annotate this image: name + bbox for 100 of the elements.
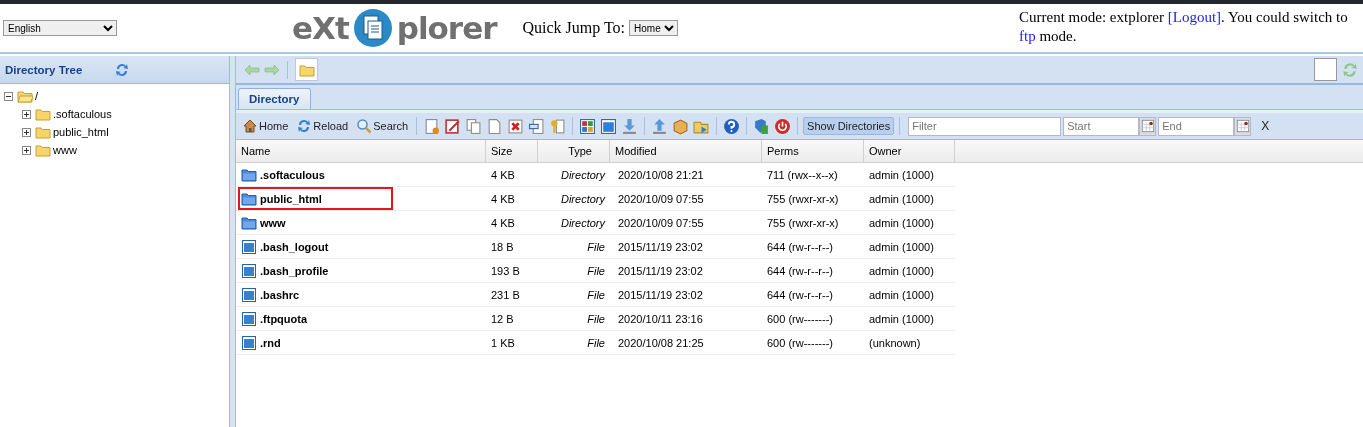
- quick-jump-select[interactable]: Home: [629, 20, 679, 36]
- file-name[interactable]: .bashrc: [260, 288, 300, 301]
- help-icon[interactable]: [723, 117, 741, 135]
- table-cell-text: 755 (rwxr-xr-x): [766, 191, 840, 207]
- table-cell-text: 4 KB: [490, 167, 516, 183]
- folder-icon: [35, 124, 51, 140]
- calendar-icon[interactable]: [1235, 119, 1250, 133]
- table-cell-text: 4 KB: [490, 191, 516, 207]
- table-cell-text: File: [586, 287, 606, 303]
- start-date-field[interactable]: Start: [1063, 116, 1140, 136]
- rename-icon[interactable]: [528, 117, 546, 135]
- file-icon: [241, 310, 257, 327]
- logo-icon: [352, 8, 393, 48]
- file-icon: [241, 262, 257, 279]
- edit-icon[interactable]: [444, 117, 462, 135]
- grid-icon[interactable]: [579, 117, 597, 135]
- table-cell-text: 755 (rwxr-xr-x): [766, 215, 840, 231]
- table-cell-text: 193 B: [490, 263, 521, 279]
- table-cell-text: 600 (rw-------): [766, 311, 834, 327]
- table-cell-text: 711 (rwx--x--x): [766, 167, 839, 183]
- table-cell-text: Directory: [560, 191, 607, 207]
- column-header[interactable]: Type: [538, 140, 610, 162]
- table-cell-text: 1 KB: [490, 335, 516, 351]
- new-file-icon[interactable]: [423, 117, 441, 135]
- ftp-link[interactable]: ftp: [1019, 28, 1036, 44]
- search-button[interactable]: Search: [353, 116, 412, 136]
- tree-item[interactable]: public_html: [53, 126, 109, 138]
- upload-icon[interactable]: [651, 117, 669, 135]
- home-button[interactable]: Home: [239, 116, 292, 136]
- reload-icon: [296, 118, 313, 134]
- table-cell-text: File: [586, 239, 606, 255]
- file-name[interactable]: .bash_profile: [260, 264, 329, 277]
- expand-toggle[interactable]: [22, 109, 33, 119]
- table-cell-text: 644 (rw-r--r--): [766, 287, 834, 303]
- download-icon[interactable]: [621, 117, 639, 135]
- search-icon: [356, 118, 373, 134]
- tree-item[interactable]: /: [35, 90, 39, 102]
- table-cell-text: 231 B: [490, 287, 521, 303]
- table-cell-text: 4 KB: [490, 215, 516, 231]
- table-cell-text: File: [586, 311, 606, 327]
- key-icon[interactable]: [549, 117, 567, 135]
- column-header[interactable]: Name: [236, 140, 486, 162]
- file-name[interactable]: public_html: [260, 192, 322, 205]
- shield-icon[interactable]: [753, 117, 771, 135]
- home-icon: [242, 118, 258, 134]
- folder-icon: [35, 142, 51, 158]
- collapse-toggle[interactable]: [4, 91, 15, 101]
- column-header[interactable]: Owner: [864, 140, 955, 162]
- window-icon[interactable]: [600, 117, 618, 135]
- table-cell-text: Directory: [560, 215, 607, 231]
- table-cell-text: (unknown): [868, 335, 922, 351]
- column-header[interactable]: Perms: [762, 140, 864, 162]
- clear-button[interactable]: X: [1261, 119, 1270, 133]
- table-cell-text: File: [586, 263, 606, 279]
- table-cell-text: admin (1000): [868, 215, 935, 231]
- table-cell-text: File: [586, 335, 606, 351]
- end-date-field[interactable]: End: [1158, 116, 1235, 136]
- column-header[interactable]: Modified: [610, 140, 762, 162]
- folder-icon: [241, 166, 257, 183]
- copy-icon[interactable]: [465, 117, 483, 135]
- table-cell-text: 2015/11/19 23:02: [617, 263, 704, 279]
- expand-toggle[interactable]: [22, 145, 33, 155]
- table-cell-text: 644 (rw-r--r--): [766, 263, 834, 279]
- tab[interactable]: Directory: [238, 88, 311, 109]
- table-cell-text: 2020/10/09 07:55: [617, 191, 705, 207]
- expand-toggle[interactable]: [22, 127, 33, 137]
- table-cell-text: 18 B: [490, 239, 515, 255]
- table-cell-text: 2020/10/11 23:16: [617, 311, 704, 327]
- language-select[interactable]: English: [3, 20, 117, 36]
- power-icon[interactable]: [774, 117, 792, 135]
- delete-icon[interactable]: [507, 117, 525, 135]
- input-field[interactable]: [1314, 58, 1337, 81]
- file-icon: [241, 334, 257, 351]
- table-cell-text: Directory: [560, 167, 607, 183]
- logo-text: eXt: [292, 10, 349, 46]
- table-cell-text: 2015/11/19 23:02: [617, 239, 704, 255]
- file-icon: [241, 238, 257, 255]
- reload-icon[interactable]: [114, 61, 131, 78]
- file-name[interactable]: .rnd: [260, 336, 281, 349]
- table-cell-text: admin (1000): [868, 191, 935, 207]
- file-name[interactable]: www: [260, 216, 286, 229]
- calendar-icon[interactable]: [1140, 119, 1155, 133]
- file-icon: [241, 286, 257, 303]
- table-cell-text: 2020/10/08 21:25: [617, 335, 705, 351]
- table-cell-text: 2015/11/19 23:02: [617, 287, 704, 303]
- show-directories-button[interactable]: Show Directories: [803, 117, 895, 135]
- mode-text: Current mode: extplorer [Logout]. You could switch to ftp mode.: [1019, 8, 1349, 46]
- file-name[interactable]: .ftpquota: [260, 312, 308, 325]
- panel-title: Directory Tree: [5, 63, 83, 76]
- table-cell-text: 2020/10/09 07:55: [617, 215, 705, 231]
- tree-item[interactable]: .softaculous: [53, 108, 112, 120]
- file-name[interactable]: .bash_logout: [260, 240, 329, 253]
- path-button[interactable]: [295, 58, 318, 81]
- reload-button[interactable]: Reload: [293, 116, 352, 136]
- logout-link[interactable]: [Logout]: [1167, 9, 1222, 25]
- filter-field[interactable]: Filter: [908, 116, 1062, 136]
- box-icon[interactable]: [672, 117, 690, 135]
- column-header[interactable]: Size: [486, 140, 538, 162]
- tree-item[interactable]: www: [53, 144, 77, 156]
- file-name[interactable]: .softaculous: [260, 168, 325, 181]
